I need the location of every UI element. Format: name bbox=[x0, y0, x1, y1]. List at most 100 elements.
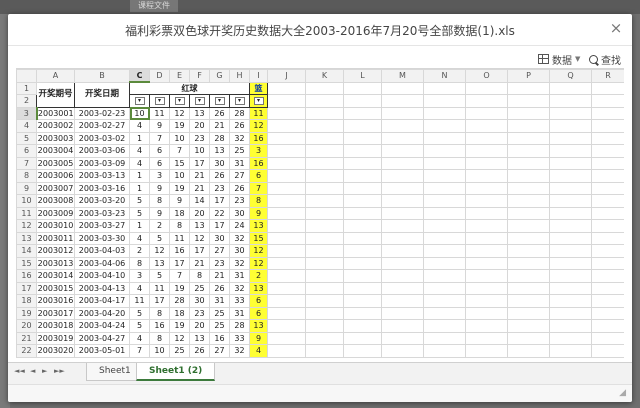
red-ball-cell[interactable]: 12 bbox=[149, 244, 170, 258]
grid-cell[interactable] bbox=[465, 206, 508, 220]
grid-cell[interactable] bbox=[343, 294, 382, 308]
red-ball-cell[interactable]: 24 bbox=[229, 219, 250, 233]
grid-cell[interactable] bbox=[507, 281, 550, 295]
grid-cell[interactable] bbox=[381, 169, 424, 183]
blue-ball-cell[interactable]: 9 bbox=[249, 331, 268, 345]
grid-cell[interactable] bbox=[267, 294, 306, 308]
red-ball-cell[interactable]: 16 bbox=[169, 244, 190, 258]
grid-cell[interactable] bbox=[267, 106, 306, 120]
red-ball-cell[interactable]: 30 bbox=[209, 156, 230, 170]
data-menu-button[interactable]: 数据 ▼ bbox=[538, 51, 580, 67]
column-header-o[interactable]: O bbox=[465, 69, 508, 83]
red-ball-cell[interactable]: 11 bbox=[169, 231, 190, 245]
grid-cell[interactable] bbox=[381, 256, 424, 270]
column-header-f[interactable]: F bbox=[189, 69, 210, 83]
date-cell[interactable]: 2003-03-27 bbox=[74, 219, 130, 233]
grid-cell[interactable] bbox=[591, 81, 624, 95]
grid-cell[interactable] bbox=[549, 194, 592, 208]
red-ball-cell[interactable]: 30 bbox=[209, 231, 230, 245]
grid-cell[interactable] bbox=[549, 156, 592, 170]
row-number[interactable]: 15 bbox=[16, 256, 37, 270]
grid-cell[interactable] bbox=[343, 206, 382, 220]
red-ball-cell[interactable]: 5 bbox=[129, 206, 150, 220]
grid-cell[interactable] bbox=[305, 294, 344, 308]
red-ball-cell[interactable]: 5 bbox=[129, 306, 150, 320]
issue-cell[interactable]: 2003017 bbox=[36, 306, 75, 320]
grid-cell[interactable] bbox=[507, 344, 550, 358]
issue-cell[interactable]: 2003006 bbox=[36, 169, 75, 183]
date-cell[interactable]: 2003-02-27 bbox=[74, 119, 130, 133]
grid-cell[interactable] bbox=[591, 231, 624, 245]
grid-cell[interactable] bbox=[305, 331, 344, 345]
grid-cell[interactable] bbox=[591, 294, 624, 308]
red-ball-cell[interactable]: 32 bbox=[229, 256, 250, 270]
date-cell[interactable]: 2003-03-02 bbox=[74, 131, 130, 145]
date-cell[interactable]: 2003-04-10 bbox=[74, 269, 130, 283]
blue-ball-cell[interactable]: 13 bbox=[249, 219, 268, 233]
red-ball-cell[interactable]: 8 bbox=[149, 306, 170, 320]
grid-cell[interactable] bbox=[381, 94, 424, 108]
grid-cell[interactable] bbox=[423, 119, 466, 133]
red-ball-cell[interactable]: 25 bbox=[189, 281, 210, 295]
grid-cell[interactable] bbox=[591, 119, 624, 133]
red-ball-cell[interactable]: 21 bbox=[189, 256, 210, 270]
grid-cell[interactable] bbox=[267, 81, 306, 95]
row-number[interactable]: 11 bbox=[16, 206, 37, 220]
date-cell[interactable]: 2003-03-20 bbox=[74, 194, 130, 208]
grid-cell[interactable] bbox=[591, 281, 624, 295]
red-ball-cell[interactable]: 21 bbox=[209, 119, 230, 133]
grid-cell[interactable] bbox=[381, 206, 424, 220]
grid-cell[interactable] bbox=[343, 281, 382, 295]
blue-ball-cell[interactable]: 8 bbox=[249, 194, 268, 208]
issue-cell[interactable]: 2003004 bbox=[36, 144, 75, 158]
grid-cell[interactable] bbox=[305, 319, 344, 333]
grid-cell[interactable] bbox=[465, 194, 508, 208]
red-ball-cell[interactable]: 17 bbox=[209, 219, 230, 233]
date-cell[interactable]: 2003-03-16 bbox=[74, 181, 130, 195]
issue-cell[interactable]: 2003002 bbox=[36, 119, 75, 133]
grid-cell[interactable] bbox=[465, 169, 508, 183]
red-ball-cell[interactable]: 19 bbox=[169, 281, 190, 295]
grid-cell[interactable] bbox=[381, 231, 424, 245]
grid-cell[interactable] bbox=[423, 144, 466, 158]
red-ball-cell[interactable]: 1 bbox=[129, 131, 150, 145]
grid-cell[interactable] bbox=[423, 331, 466, 345]
red-ball-cell[interactable]: 8 bbox=[129, 256, 150, 270]
red-ball-cell[interactable]: 1 bbox=[129, 219, 150, 233]
issue-cell[interactable]: 2003010 bbox=[36, 219, 75, 233]
red-ball-cell[interactable]: 8 bbox=[189, 269, 210, 283]
row-number[interactable]: 22 bbox=[16, 344, 37, 358]
grid-cell[interactable] bbox=[549, 144, 592, 158]
grid-cell[interactable] bbox=[549, 206, 592, 220]
grid-cell[interactable] bbox=[305, 119, 344, 133]
red-ball-cell[interactable]: 25 bbox=[209, 319, 230, 333]
date-cell[interactable]: 2003-04-06 bbox=[74, 256, 130, 270]
red-ball-cell[interactable]: 8 bbox=[149, 194, 170, 208]
issue-cell[interactable]: 2003012 bbox=[36, 244, 75, 258]
grid-cell[interactable] bbox=[343, 244, 382, 258]
red-ball-cell[interactable]: 18 bbox=[169, 206, 190, 220]
red-ball-cell[interactable]: 10 bbox=[189, 144, 210, 158]
grid-cell[interactable] bbox=[507, 331, 550, 345]
red-ball-cell[interactable]: 10 bbox=[149, 344, 170, 358]
row-number[interactable]: 3 bbox=[16, 106, 38, 120]
filter-dropdown[interactable]: ▾ bbox=[229, 94, 250, 108]
red-ball-cell[interactable]: 7 bbox=[149, 131, 170, 145]
red-ball-cell[interactable]: 32 bbox=[229, 231, 250, 245]
grid-cell[interactable] bbox=[549, 169, 592, 183]
next-sheet-icon[interactable]: ► bbox=[42, 367, 47, 375]
column-header-d[interactable]: D bbox=[149, 69, 170, 83]
grid-cell[interactable] bbox=[423, 319, 466, 333]
blue-ball-cell[interactable]: 13 bbox=[249, 319, 268, 333]
red-ball-cell[interactable]: 17 bbox=[149, 294, 170, 308]
grid-cell[interactable] bbox=[305, 194, 344, 208]
grid-cell[interactable] bbox=[305, 94, 344, 108]
red-ball-cell[interactable]: 5 bbox=[149, 269, 170, 283]
issue-cell[interactable]: 2003005 bbox=[36, 156, 75, 170]
grid-cell[interactable] bbox=[343, 306, 382, 320]
grid-cell[interactable] bbox=[381, 281, 424, 295]
grid-cell[interactable] bbox=[591, 219, 624, 233]
grid-cell[interactable] bbox=[465, 319, 508, 333]
grid-cell[interactable] bbox=[423, 281, 466, 295]
row-number[interactable]: 7 bbox=[16, 156, 37, 170]
